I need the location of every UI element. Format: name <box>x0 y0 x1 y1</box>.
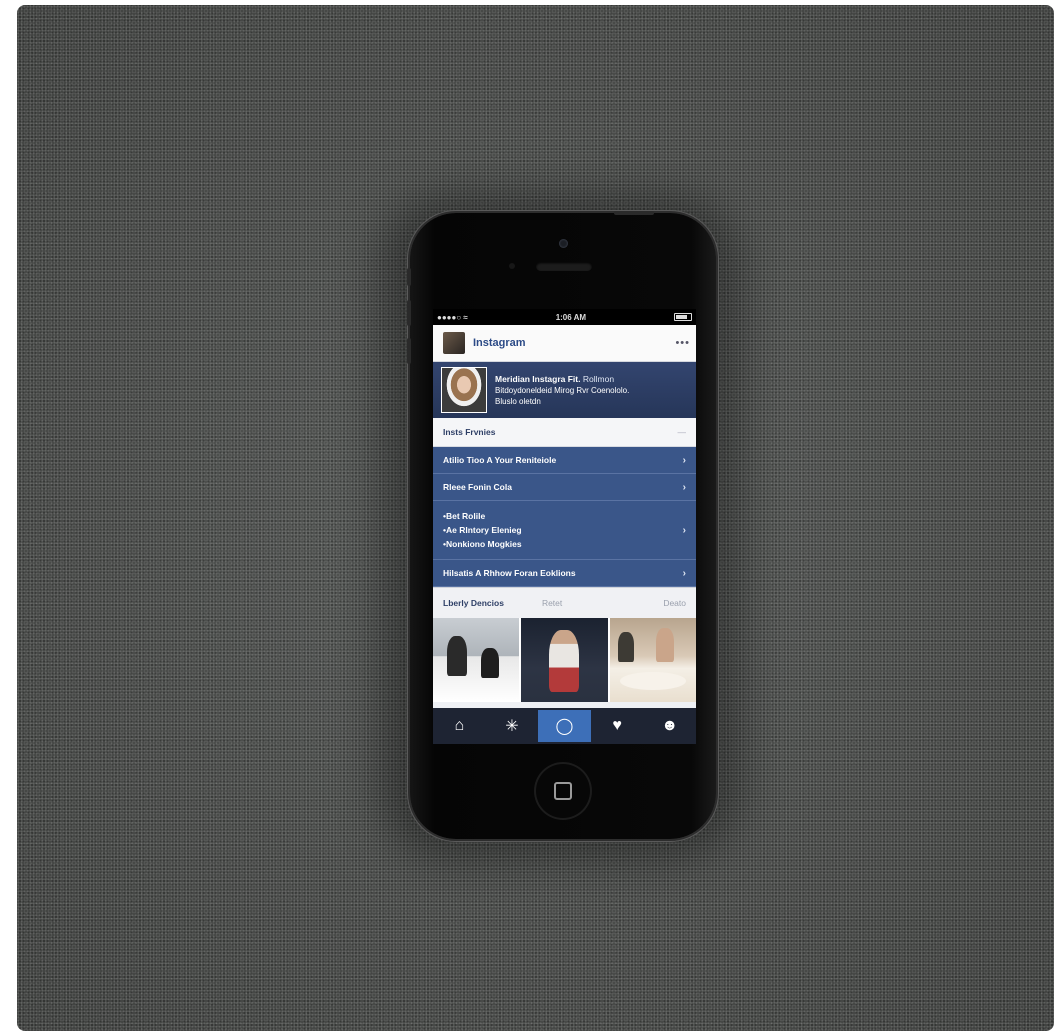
menu-item-label: Rleee Fonin Cola <box>443 482 512 492</box>
friends-col2[interactable]: Retet <box>542 598 562 608</box>
home-button[interactable] <box>534 762 592 820</box>
profile-photo[interactable] <box>441 367 487 413</box>
volume-down-button <box>407 338 411 364</box>
chevron-right-icon: › <box>682 481 686 493</box>
bullet-item: Bet Rolile <box>443 511 522 521</box>
profile-line2: Bitdoydoneldeid Mirog Rvr Coenololo. <box>495 385 630 395</box>
chevron-right-icon: › <box>682 454 686 466</box>
nav-avatar[interactable] <box>443 332 465 354</box>
menu-item-4[interactable]: Hilsatis A Rhhow Foran Eoklions › <box>433 560 696 587</box>
bullet-item: Ae Rlntory Elenieg <box>443 525 522 535</box>
friends-col3[interactable]: Deato <box>663 598 686 608</box>
tab-activity[interactable]: ♥ <box>591 708 644 744</box>
app-title: Instagram <box>473 337 526 349</box>
menu-item-1[interactable]: Atilio Tioo A Your Reniteiole › <box>433 447 696 474</box>
profile-name: Meridian Instagra Fit. <box>495 373 581 384</box>
front-camera <box>559 239 568 248</box>
volume-up-button <box>407 300 411 326</box>
earpiece-speaker <box>536 262 592 271</box>
sleep-button <box>614 211 654 215</box>
profile-icon: ☻ <box>661 717 679 734</box>
activity-icon: ♥ <box>612 717 622 734</box>
section-header: Insts Frvnies — <box>433 418 696 447</box>
menu-item-label: Atilio Tioo A Your Reniteiole <box>443 455 557 465</box>
mute-switch <box>407 268 411 286</box>
camera-icon: ◯ <box>555 718 574 735</box>
settings-menu: Atilio Tioo A Your Reniteiole › Rleee Fo… <box>433 447 696 587</box>
tab-home[interactable]: ⌂ <box>433 708 486 744</box>
menu-item-label: Hilsatis A Rhhow Foran Eoklions <box>443 568 576 578</box>
profile-handle: Rollmon <box>582 373 615 384</box>
tab-camera[interactable]: ◯ <box>538 710 591 742</box>
home-square-icon <box>554 782 572 800</box>
tab-profile[interactable]: ☻ <box>643 708 696 744</box>
phone-screen: ●●●●○ ≈ 1:06 AM Instagram ••• Meridian I… <box>433 309 696 744</box>
tab-explore[interactable]: ✳ <box>486 708 539 744</box>
profile-line3: Bluslo oletdn <box>495 396 541 406</box>
menu-item-3[interactable]: Bet Rolile Ae Rlntory Elenieg Nonkiono M… <box>433 501 696 560</box>
photo-grid <box>433 618 696 702</box>
photo-thumbnail[interactable] <box>521 618 608 702</box>
section-title: Insts Frvnies <box>443 427 496 437</box>
menu-item-2[interactable]: Rleee Fonin Cola › <box>433 474 696 501</box>
more-icon[interactable]: ••• <box>675 337 690 349</box>
battery-icon <box>673 313 692 321</box>
friends-header: Lberly Dencios Retet Deato <box>433 587 696 618</box>
friends-label: Lberly Dencios <box>443 598 504 608</box>
chevron-right-icon: › <box>682 567 686 579</box>
bullet-item: Nonkiono Mogkies <box>443 539 522 549</box>
section-toggle[interactable]: — <box>678 427 687 437</box>
status-bar: ●●●●○ ≈ 1:06 AM <box>433 309 696 325</box>
signal-icon: ●●●●○ ≈ <box>437 312 468 322</box>
tab-bar: ⌂ ✳ ◯ ♥ ☻ <box>433 708 696 744</box>
explore-icon: ✳ <box>505 718 519 735</box>
home-icon: ⌂ <box>454 717 465 734</box>
status-time: 1:06 AM <box>555 312 587 322</box>
profile-header[interactable]: Meridian Instagra Fit. Rollmon Bitdoydon… <box>433 362 696 418</box>
app-navbar: Instagram ••• <box>433 325 696 362</box>
photo-thumbnail[interactable] <box>609 618 696 702</box>
photo-thumbnail[interactable] <box>433 618 520 702</box>
proximity-sensor <box>509 263 515 269</box>
chevron-right-icon: › <box>682 524 686 536</box>
